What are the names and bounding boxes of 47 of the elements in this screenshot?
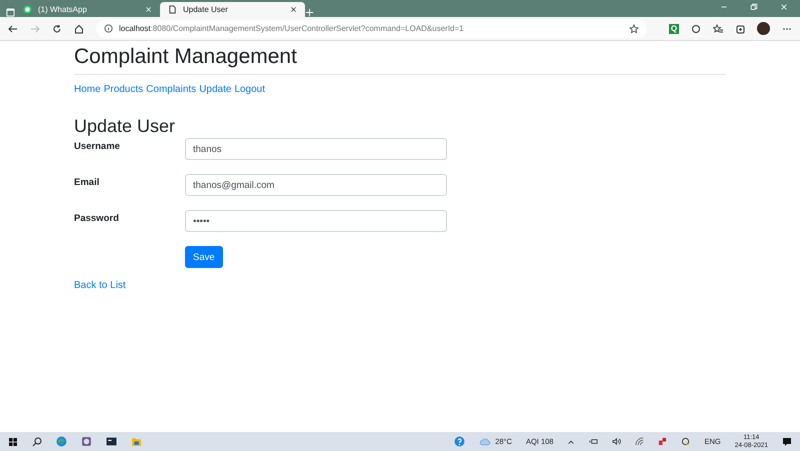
volume-icon[interactable] bbox=[612, 437, 622, 446]
url-text: localhost:8080/ComplaintManagementSystem/UserControllerServlet?command=LOAD&userId=1 bbox=[119, 24, 465, 33]
start-icon[interactable] bbox=[8, 436, 18, 446]
browser-tab[interactable]: Update User bbox=[160, 2, 305, 17]
favorite-icon[interactable] bbox=[629, 24, 639, 34]
info-icon bbox=[104, 24, 113, 33]
close-icon[interactable] bbox=[290, 6, 297, 13]
back-icon[interactable] bbox=[8, 24, 18, 34]
page-heading: Update User bbox=[74, 116, 176, 136]
app-icon[interactable] bbox=[658, 437, 668, 446]
home-icon[interactable] bbox=[74, 24, 84, 34]
new-tab-icon[interactable] bbox=[305, 8, 314, 17]
search-icon[interactable] bbox=[32, 436, 42, 446]
favorites-icon[interactable] bbox=[713, 24, 723, 34]
field-label: Username bbox=[74, 140, 121, 152]
input-field[interactable]: ••••• bbox=[185, 210, 447, 232]
browser-tab[interactable]: (1) WhatsApp bbox=[15, 2, 160, 17]
profile-avatar[interactable] bbox=[757, 22, 770, 35]
chat-icon bbox=[23, 5, 32, 14]
notification-icon[interactable] bbox=[782, 436, 792, 446]
reload-icon[interactable] bbox=[52, 24, 62, 34]
address-bar[interactable]: localhost:8080/ComplaintManagementSystem/UserControllerServlet?command=LOAD&userId=1 bbox=[96, 20, 647, 38]
browser-icon[interactable] bbox=[56, 436, 67, 447]
help-icon[interactable] bbox=[454, 436, 466, 447]
back-link[interactable]: Back to List bbox=[74, 280, 126, 291]
input-field[interactable]: thanos@gmail.com bbox=[185, 174, 447, 196]
save-button[interactable]: Save bbox=[185, 246, 223, 268]
page-icon bbox=[168, 5, 177, 14]
field-label: Password bbox=[74, 212, 120, 224]
extension-icon[interactable] bbox=[691, 24, 701, 34]
wifi-icon[interactable] bbox=[635, 437, 644, 446]
nav-link[interactable]: Complaints bbox=[146, 84, 196, 95]
tab-actions-icon[interactable] bbox=[6, 8, 15, 17]
nav-link[interactable]: Products bbox=[104, 84, 144, 95]
site-title: Complaint Management bbox=[74, 44, 297, 70]
battery-icon[interactable] bbox=[589, 437, 598, 446]
app-icon[interactable] bbox=[81, 436, 92, 447]
input-field[interactable]: thanos bbox=[185, 138, 447, 160]
field-label: Email bbox=[74, 176, 100, 188]
restore-icon[interactable] bbox=[750, 3, 758, 11]
nav-link[interactable]: Home bbox=[74, 84, 101, 95]
extension-icon[interactable]: Q bbox=[669, 24, 679, 34]
collections-icon[interactable] bbox=[735, 24, 745, 34]
folder-icon[interactable] bbox=[131, 436, 142, 447]
nav-link[interactable]: Update bbox=[199, 84, 232, 95]
terminal-icon[interactable] bbox=[106, 436, 117, 447]
nav-link[interactable]: Logout bbox=[234, 84, 266, 95]
